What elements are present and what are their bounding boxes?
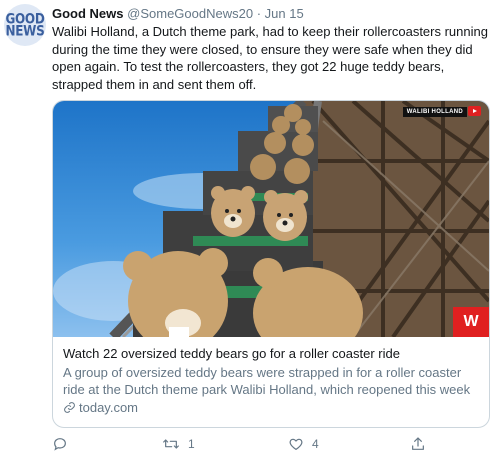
retweet-count: 1 bbox=[188, 437, 195, 451]
avatar-text-line2: NEWS bbox=[5, 22, 45, 40]
card-domain-row: today.com bbox=[63, 399, 481, 416]
tweet-header: Good News @SomeGoodNews20 · Jun 15 bbox=[52, 6, 304, 21]
tweet-text: Walibi Holland, a Dutch theme park, had … bbox=[52, 24, 488, 92]
separator: · bbox=[256, 6, 262, 21]
avatar[interactable]: GOOD NEWS bbox=[4, 4, 46, 46]
timestamp[interactable]: Jun 15 bbox=[265, 6, 304, 21]
like-count: 4 bbox=[312, 437, 319, 451]
retweet-button[interactable]: 1 bbox=[162, 436, 195, 452]
tweet: GOOD NEWS Good News @SomeGoodNews20 · Ju… bbox=[0, 0, 500, 460]
retweet-icon bbox=[163, 439, 179, 449]
walibi-watermark: WALIBI HOLLAND bbox=[402, 107, 467, 117]
action-bar: 1 4 bbox=[52, 436, 492, 456]
card-text: Watch 22 oversized teddy bears go for a … bbox=[63, 345, 481, 416]
link-icon bbox=[64, 402, 75, 413]
like-button[interactable]: 4 bbox=[288, 436, 319, 452]
handle[interactable]: @SomeGoodNews20 bbox=[127, 6, 253, 21]
link-card[interactable]: WALIBI HOLLAND W Watch 22 oversized tedd… bbox=[52, 100, 490, 428]
share-button[interactable] bbox=[410, 436, 426, 452]
like-icon bbox=[289, 438, 303, 450]
rollercoaster-teddy-bears-image bbox=[53, 101, 489, 337]
reply-icon bbox=[54, 438, 66, 451]
card-title: Watch 22 oversized teddy bears go for a … bbox=[63, 346, 400, 361]
reply-button[interactable] bbox=[52, 436, 76, 452]
walibi-logo: W bbox=[453, 307, 489, 337]
display-name[interactable]: Good News bbox=[52, 6, 124, 21]
card-description: A group of oversized teddy bears were st… bbox=[63, 365, 471, 397]
share-icon bbox=[412, 437, 424, 450]
card-domain: today.com bbox=[79, 400, 139, 415]
youtube-icon bbox=[468, 106, 481, 116]
card-image[interactable]: WALIBI HOLLAND W bbox=[53, 101, 489, 337]
